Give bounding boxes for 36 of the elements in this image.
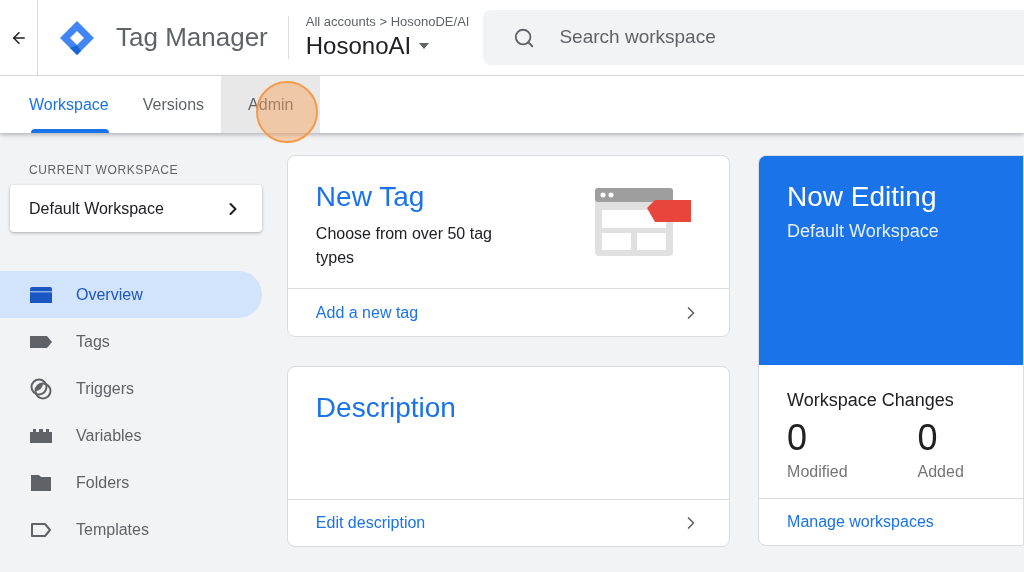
tab[interactable]: Workspace	[12, 76, 126, 133]
banner-subtitle: Default Workspace	[787, 220, 940, 243]
card-title: New Tag	[315, 180, 426, 214]
tag-icon	[29, 334, 53, 349]
nav-item[interactable]: Variables	[0, 412, 262, 459]
banner-title: Now Editing	[787, 180, 938, 214]
section-heading: CURRENT WORKSPACE	[29, 162, 180, 179]
edit-description-link[interactable]: Edit description	[287, 499, 730, 546]
breadcrumb[interactable]: All accounts > HosonoDE/AI	[305, 14, 470, 31]
nav-item[interactable]: Triggers	[0, 365, 262, 412]
card-title: Description	[315, 392, 456, 423]
stat-label: Modified	[787, 462, 848, 482]
nav-item[interactable]: Tags	[0, 318, 262, 365]
container-name[interactable]: HosonoAI	[305, 30, 412, 61]
nav-item[interactable]: Templates	[0, 506, 262, 553]
stat-label: Added	[917, 462, 964, 482]
product-name: Tag Manager	[116, 21, 268, 54]
search-icon	[513, 27, 536, 49]
triggers-icon	[29, 376, 53, 401]
stat-value: 0	[917, 416, 939, 460]
add-tag-link[interactable]: Add a new tag	[287, 288, 730, 336]
search-field[interactable]: Search workspace	[483, 10, 1024, 65]
changes-title: Workspace Changes	[787, 389, 955, 412]
overview-icon	[29, 285, 53, 304]
card-text: Choose from over 50 tag types	[315, 224, 493, 268]
nav-item[interactable]: Folders	[0, 459, 262, 506]
nav-item[interactable]: Overview	[0, 271, 262, 318]
dropdown-caret-icon[interactable]	[419, 42, 430, 49]
logo-icon	[58, 18, 96, 57]
workspace-selector[interactable]: Default Workspace	[10, 185, 262, 232]
tab[interactable]: Versions	[125, 76, 222, 133]
template-icon	[30, 522, 52, 537]
manage-workspaces-link[interactable]: Manage workspaces	[759, 498, 1023, 545]
stat-value: 0	[787, 416, 809, 460]
variables-icon	[29, 428, 53, 443]
folder-icon	[30, 473, 52, 492]
